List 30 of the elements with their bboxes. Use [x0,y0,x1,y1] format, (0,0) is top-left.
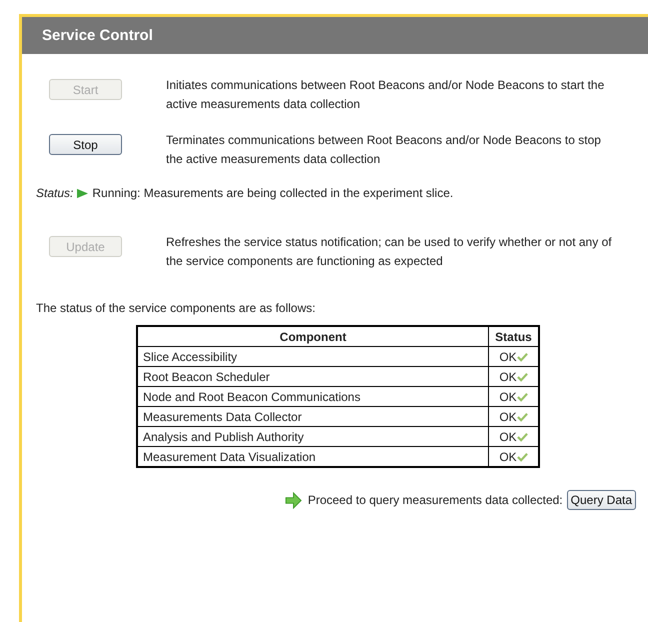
panel-title: Service Control [42,27,153,44]
table-cell: Root Beacon Scheduler [137,366,488,386]
check-icon [516,372,528,382]
query-data-button[interactable]: Query Data [566,490,636,510]
proceed-text: Proceed to query measurements data collected: [308,493,563,507]
check-icon [516,432,528,442]
status-text: Running: Measurements are being collected in the experiment slice. [92,186,454,200]
status-label: Status: [36,186,74,200]
table-cell: Slice Accessibility [137,346,488,366]
status-text: OK [499,390,517,404]
column-header: Component [137,326,488,346]
action-button[interactable]: Stop [49,134,122,155]
update-description: Refreshes the service status notification; can be used to verify whether or not any of the service components are functioning as expected [166,234,613,270]
check-icon [516,412,528,422]
play-icon [76,188,90,198]
table-cell: Analysis and Publish Authority [137,426,488,446]
status-text: OK [499,370,517,384]
table-cell: Measurements Data Collector [137,406,488,426]
check-icon [516,392,528,402]
action-description: Terminates communications between Root Beacons and/or Node Beacons to stop the active measurements data collection [166,132,602,168]
status-text: OK [499,350,517,364]
components-intro: The status of the service components are as follows: [36,301,316,315]
arrow-icon [284,492,302,508]
table-cell: Node and Root Beacon Communications [137,386,488,406]
action-description: Initiates communications between Root Beacons and/or Node Beacons to start the active measurements data collection [166,77,606,113]
status-text: OK [499,450,517,464]
status-text: OK [499,430,517,444]
check-icon [516,352,528,362]
check-icon [516,452,528,462]
status-text: OK [499,410,517,424]
